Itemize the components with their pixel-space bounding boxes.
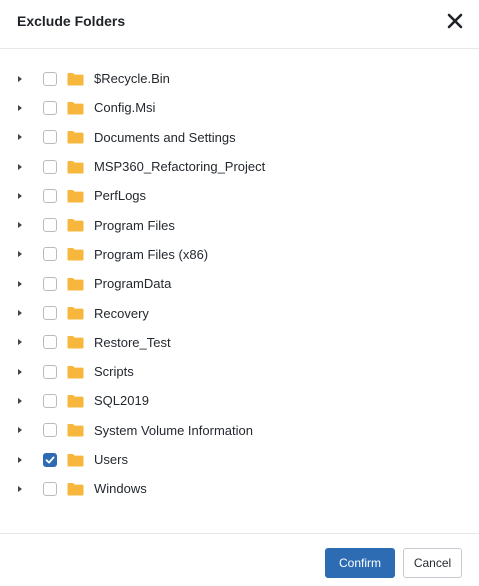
expand-caret-icon[interactable]: [18, 134, 22, 141]
tree-row[interactable]: Restore_Test: [0, 328, 479, 357]
folder-label: ProgramData: [94, 276, 172, 292]
expand-caret-icon[interactable]: [18, 104, 22, 111]
expand-caret-icon[interactable]: [18, 251, 22, 258]
folder-label: Config.Msi: [94, 100, 156, 116]
folder-checkbox[interactable]: [43, 159, 57, 174]
folder-icon: [67, 365, 84, 379]
folder-label: Windows: [94, 481, 147, 497]
expand-caret-icon[interactable]: [18, 75, 22, 82]
folder-icon: [67, 453, 84, 466]
folder-label: Users: [94, 452, 128, 467]
tree-row[interactable]: Users: [0, 445, 479, 474]
expand-caret-icon[interactable]: [18, 163, 22, 170]
expand-caret-icon[interactable]: [18, 192, 22, 199]
folder-checkbox[interactable]: [43, 452, 57, 467]
folder-icon: [67, 189, 84, 203]
folder-icon: [67, 131, 84, 144]
tree-row[interactable]: $Recycle.Bin: [0, 64, 479, 93]
folder-label: Scripts: [94, 364, 134, 380]
folder-icon: [67, 101, 84, 115]
folder-checkbox[interactable]: [43, 130, 57, 145]
folder-icon: [67, 72, 84, 86]
tree-row[interactable]: Documents and Settings: [0, 123, 479, 152]
folder-label: SQL2019: [94, 393, 149, 409]
folder-label: Program Files: [94, 217, 175, 233]
folder-checkbox[interactable]: [43, 393, 57, 408]
folder-label: MSP360_Refactoring_Project: [94, 159, 266, 175]
folder-label: System Volume Information: [94, 422, 253, 438]
folder-icon: [67, 277, 84, 291]
expand-caret-icon[interactable]: [18, 339, 22, 346]
dialog-footer: Confirm Cancel: [0, 533, 479, 586]
tree-row[interactable]: System Volume Information: [0, 416, 479, 445]
expand-caret-icon[interactable]: [18, 427, 22, 434]
folder-checkbox[interactable]: [43, 188, 57, 203]
expand-caret-icon[interactable]: [18, 280, 22, 287]
tree-row[interactable]: Program Files: [0, 210, 479, 239]
folder-checkbox[interactable]: [43, 364, 57, 379]
folder-checkbox[interactable]: [43, 335, 57, 350]
folder-label: Recovery: [94, 305, 149, 321]
expand-caret-icon[interactable]: [18, 456, 22, 463]
folder-checkbox[interactable]: [43, 71, 57, 86]
close-button[interactable]: [445, 11, 465, 31]
confirm-button[interactable]: Confirm: [325, 548, 395, 578]
folder-label: Restore_Test: [94, 334, 171, 350]
folder-icon: [67, 424, 84, 437]
folder-icon: [67, 219, 84, 232]
folder-icon: [67, 248, 84, 261]
folder-icon: [67, 394, 84, 408]
tree-row[interactable]: Config.Msi: [0, 93, 479, 122]
folder-icon: [67, 336, 84, 349]
folder-label: Documents and Settings: [94, 129, 236, 145]
cancel-button[interactable]: Cancel: [403, 548, 462, 578]
folder-label: $Recycle.Bin: [94, 71, 170, 87]
tree-row[interactable]: Program Files (x86): [0, 240, 479, 269]
folder-checkbox[interactable]: [43, 218, 57, 233]
folder-checkbox[interactable]: [43, 247, 57, 262]
folder-icon: [67, 307, 84, 320]
expand-caret-icon[interactable]: [18, 310, 22, 317]
expand-caret-icon[interactable]: [18, 485, 22, 492]
folder-icon: [67, 482, 84, 496]
close-icon[interactable]: [445, 11, 465, 31]
tree-row[interactable]: Recovery: [0, 298, 479, 327]
tree-row[interactable]: Windows: [0, 474, 479, 503]
tree-row[interactable]: MSP360_Refactoring_Project: [0, 152, 479, 181]
expand-caret-icon[interactable]: [18, 397, 22, 404]
folder-checkbox[interactable]: [43, 481, 57, 496]
tree-row[interactable]: SQL2019: [0, 386, 479, 415]
tree-row[interactable]: ProgramData: [0, 269, 479, 298]
dialog-title: Exclude Folders: [17, 13, 126, 29]
folder-label: Program Files (x86): [94, 246, 209, 262]
folder-tree: $Recycle.Bin Config.Msi Documents and Sett…: [0, 64, 479, 503]
folder-checkbox[interactable]: [43, 306, 57, 321]
folder-icon: [67, 160, 84, 174]
folder-label: PerfLogs: [94, 188, 147, 204]
expand-caret-icon[interactable]: [18, 368, 22, 375]
dialog-header: Exclude Folders: [0, 0, 479, 49]
tree-row[interactable]: PerfLogs: [0, 181, 479, 210]
folder-checkbox[interactable]: [43, 276, 57, 291]
folder-checkbox[interactable]: [43, 423, 57, 438]
folder-checkbox[interactable]: [43, 100, 57, 115]
tree-row[interactable]: Scripts: [0, 357, 479, 386]
expand-caret-icon[interactable]: [18, 222, 22, 229]
